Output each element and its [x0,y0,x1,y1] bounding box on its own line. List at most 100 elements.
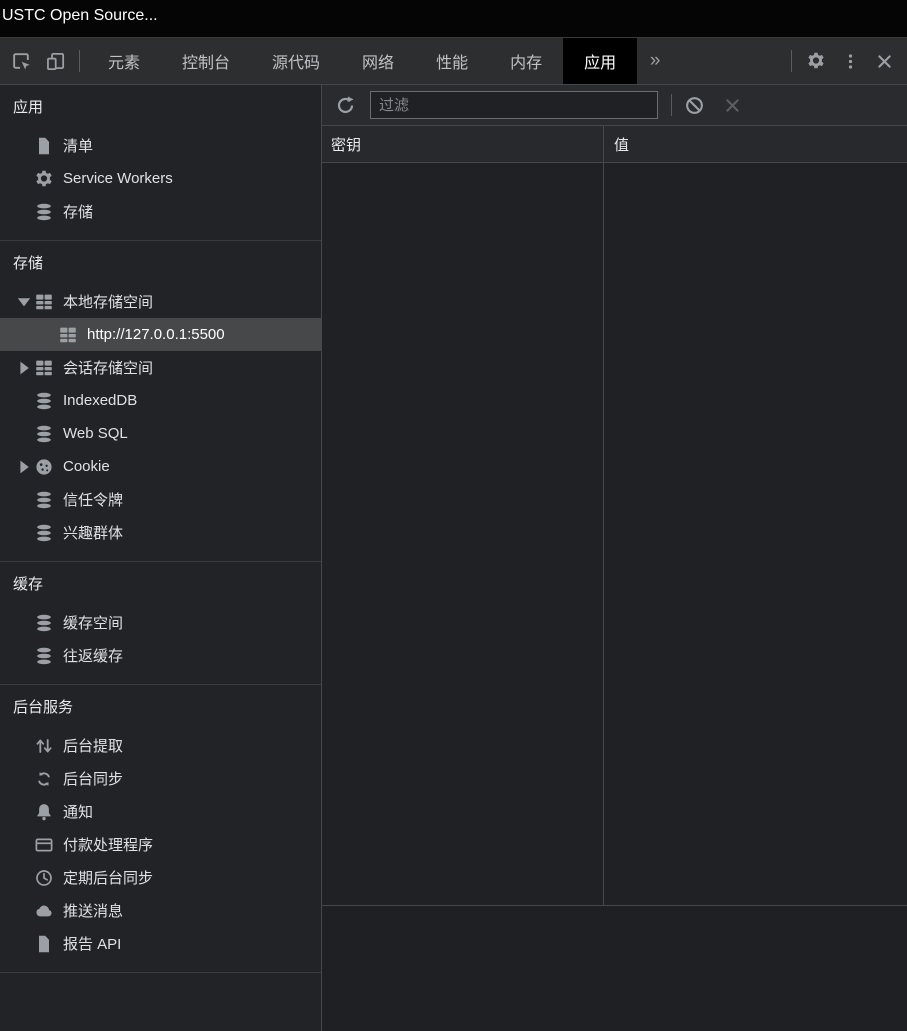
sidebar-item-background-fetch[interactable]: 后台提取 [0,729,321,762]
database-icon [34,490,54,510]
sidebar-item-periodic-background-sync[interactable]: 定期后台同步 [0,861,321,894]
inspect-element-button[interactable] [4,44,38,78]
page-title-bar: USTC Open Source... [0,0,907,38]
tab-sources[interactable]: 源代码 [251,38,341,84]
tab-console[interactable]: 控制台 [161,38,251,84]
section-application: 应用 清单 Service Workers 存储 [0,85,321,241]
local-storage-view: 密钥 值 [322,85,907,1031]
table-grid-icon [34,358,54,378]
toolbar-divider [671,94,672,116]
sidebar-item-local-storage-origin[interactable]: http://127.0.0.1:5500 [0,318,321,351]
application-panel: 应用 清单 Service Workers 存储 存储 本地存储空间 [0,85,907,1031]
sidebar-item-label: Web SQL [63,425,128,442]
sidebar-item-label: 后台同步 [63,768,123,789]
sidebar-item-notifications[interactable]: 通知 [0,795,321,828]
toolbar-divider [79,50,80,72]
database-icon [34,613,54,633]
device-toolbar-icon [45,51,66,72]
section-title-application: 应用 [0,91,321,125]
chevron-right-icon[interactable] [14,358,34,378]
sidebar-item-label: 缓存空间 [63,612,123,633]
customize-menu-button[interactable] [833,44,867,78]
sidebar-item-trust-tokens[interactable]: 信任令牌 [0,483,321,516]
key-column-area [322,163,604,905]
cloud-icon [34,901,54,921]
table-grid-icon [58,325,78,345]
storage-toolbar [322,85,907,126]
database-icon [34,523,54,543]
sidebar-item-label: Cookie [63,458,110,475]
chevron-right-icon[interactable] [14,457,34,477]
tab-memory[interactable]: 内存 [489,38,563,84]
close-devtools-button[interactable] [867,44,901,78]
sidebar-item-label: 通知 [63,801,93,822]
more-tabs-button[interactable]: » [637,38,673,84]
settings-button[interactable] [799,44,833,78]
sidebar-item-label: Service Workers [63,170,173,187]
sidebar-item-interest-groups[interactable]: 兴趣群体 [0,516,321,549]
device-toolbar-button[interactable] [38,44,72,78]
refresh-icon [335,95,356,116]
sidebar-item-push-messaging[interactable]: 推送消息 [0,894,321,927]
section-cache: 缓存 缓存空间 往返缓存 [0,562,321,685]
column-header-key[interactable]: 密钥 [322,126,604,162]
sidebar-item-manifest[interactable]: 清单 [0,129,321,162]
gear-icon [34,169,54,189]
sidebar-item-back-forward-cache[interactable]: 往返缓存 [0,639,321,672]
toolbar-divider [791,50,792,72]
storage-table-header: 密钥 值 [322,126,907,163]
chevron-down-icon[interactable] [14,292,34,312]
database-icon [34,646,54,666]
sync-icon [34,769,54,789]
tab-application[interactable]: 应用 [563,38,637,84]
document-icon [34,934,54,954]
devtools-toolbar: 元素 控制台 源代码 网络 性能 内存 应用 » [0,38,907,85]
sidebar-item-payment-handler[interactable]: 付款处理程序 [0,828,321,861]
sidebar-item-storage[interactable]: 存储 [0,195,321,228]
sidebar-item-local-storage[interactable]: 本地存储空间 [0,285,321,318]
sidebar-item-label: 会话存储空间 [63,357,153,378]
document-icon [34,136,54,156]
table-grid-icon [34,292,54,312]
section-background-services: 后台服务 后台提取 后台同步 通知 付款处理程序 定期后台同步 [0,685,321,973]
section-title-storage: 存储 [0,247,321,281]
inspect-cursor-icon [11,51,32,72]
refresh-button[interactable] [330,90,360,120]
tab-network[interactable]: 网络 [341,38,415,84]
filter-input[interactable] [370,91,658,119]
tab-performance[interactable]: 性能 [415,38,489,84]
tab-elements[interactable]: 元素 [87,38,161,84]
database-icon [34,424,54,444]
sidebar-item-label: http://127.0.0.1:5500 [87,326,225,343]
sidebar-item-session-storage[interactable]: 会话存储空间 [0,351,321,384]
gear-icon [806,51,826,71]
storage-preview-pane [322,906,907,1031]
delete-all-button[interactable] [679,90,709,120]
value-column-area [604,163,907,905]
sidebar-item-service-workers[interactable]: Service Workers [0,162,321,195]
sidebar-item-label: 本地存储空间 [63,291,153,312]
sidebar-item-label: 后台提取 [63,735,123,756]
sidebar-item-web-sql[interactable]: Web SQL [0,417,321,450]
block-icon [684,95,705,116]
sidebar-item-label: 推送消息 [63,900,123,921]
sidebar-item-reporting-api[interactable]: 报告 API [0,927,321,960]
cookie-icon [34,457,54,477]
sidebar-item-cache-storage[interactable]: 缓存空间 [0,606,321,639]
section-title-background-services: 后台服务 [0,691,321,725]
sidebar-item-label: 信任令牌 [63,489,123,510]
sidebar-item-label: IndexedDB [63,392,137,409]
database-icon [34,202,54,222]
storage-table-body[interactable] [322,163,907,906]
sidebar-item-label: 定期后台同步 [63,867,153,888]
kebab-menu-icon [841,52,860,71]
sidebar-item-indexeddb[interactable]: IndexedDB [0,384,321,417]
sidebar-item-label: 存储 [63,201,93,222]
close-icon [875,52,894,71]
sidebar-item-cookies[interactable]: Cookie [0,450,321,483]
close-icon [723,96,742,115]
column-header-value[interactable]: 值 [604,134,907,155]
delete-selected-button[interactable] [717,90,747,120]
sidebar-item-background-sync[interactable]: 后台同步 [0,762,321,795]
sidebar-item-label: 往返缓存 [63,645,123,666]
